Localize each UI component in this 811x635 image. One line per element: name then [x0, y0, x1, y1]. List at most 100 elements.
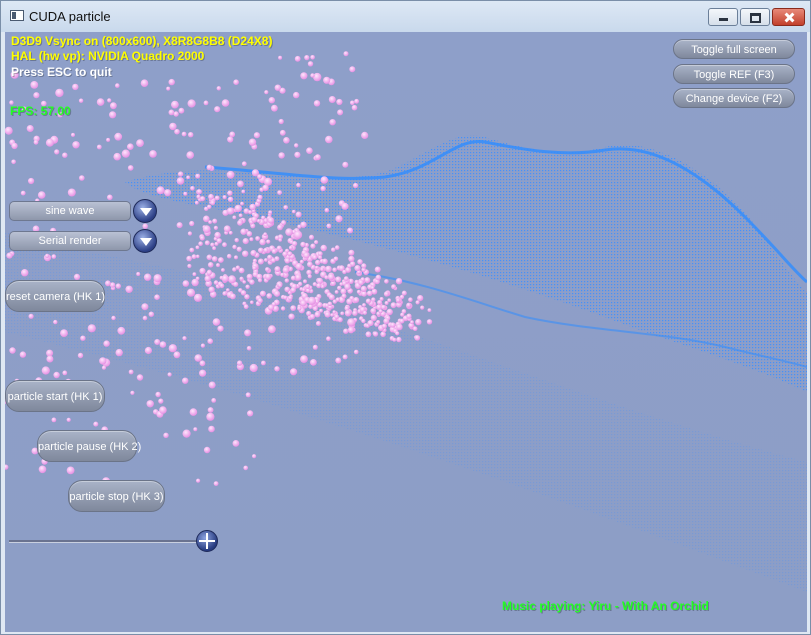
particle — [342, 269, 347, 275]
particle — [335, 276, 342, 283]
particle — [362, 303, 366, 307]
chevron-down-icon[interactable] — [133, 199, 157, 223]
slider-track[interactable] — [9, 540, 209, 543]
particle — [237, 180, 244, 188]
particle — [365, 298, 371, 304]
particle — [186, 175, 191, 180]
particle — [364, 277, 371, 284]
particle — [207, 407, 214, 413]
particle — [360, 285, 367, 292]
particle — [314, 240, 319, 245]
particle — [226, 253, 232, 259]
particle — [110, 102, 117, 110]
particle — [37, 191, 46, 199]
particle — [109, 111, 117, 119]
adapter-info: HAL (hw vp): NVIDIA Quadro 2000 — [11, 49, 205, 63]
particle — [115, 348, 123, 357]
particle — [111, 315, 116, 321]
particle — [143, 273, 152, 281]
particle — [77, 352, 84, 359]
render-viewport[interactable]: D3D9 Vsync on (800x600), X8R8G8B8 (D24X8… — [5, 32, 807, 632]
reset-camera-button[interactable]: reset camera (HK 1) — [5, 280, 105, 312]
particle — [274, 366, 280, 372]
particle — [310, 243, 316, 249]
particle — [412, 326, 418, 332]
particle — [187, 263, 192, 269]
particle — [354, 98, 359, 104]
particle — [45, 138, 54, 147]
particle — [261, 360, 266, 366]
particle — [370, 314, 377, 322]
particle — [208, 425, 215, 433]
particle — [245, 392, 251, 398]
particle — [212, 246, 217, 251]
title-bar[interactable]: CUDA particle — [1, 1, 810, 32]
particle — [261, 215, 266, 220]
chevron-down-icon[interactable] — [133, 229, 157, 253]
particle-start-button[interactable]: particle start (HK 1) — [5, 380, 105, 412]
particle — [232, 244, 237, 250]
particle — [294, 274, 302, 281]
particle — [343, 51, 349, 57]
particle-pause-button[interactable]: particle pause (HK 2) — [37, 430, 141, 462]
particle — [252, 454, 257, 459]
particle — [176, 177, 185, 185]
particle — [105, 280, 111, 287]
particle — [259, 290, 266, 297]
minimize-button[interactable] — [708, 8, 738, 26]
particle-stop-button[interactable]: particle stop (HK 3) — [68, 480, 165, 512]
particle — [381, 304, 386, 310]
particle — [293, 230, 303, 240]
particle — [242, 280, 246, 284]
particle — [347, 263, 352, 269]
slider-knob[interactable] — [196, 530, 218, 552]
particle — [232, 215, 237, 220]
particle — [271, 104, 278, 112]
particle — [337, 285, 342, 291]
wave-select-value[interactable]: sine wave — [9, 201, 131, 221]
particle — [290, 368, 298, 376]
particle — [264, 90, 269, 95]
particle — [281, 220, 286, 226]
particle — [314, 311, 321, 318]
particle — [248, 210, 253, 215]
particle — [204, 206, 209, 211]
change-device-button[interactable]: Change device (F2) — [673, 88, 795, 108]
particle — [309, 234, 314, 240]
particle — [292, 241, 298, 247]
particle — [306, 147, 313, 154]
particle — [282, 266, 290, 274]
particle — [278, 283, 283, 288]
particle — [67, 188, 76, 197]
particle — [79, 175, 85, 181]
particle — [278, 152, 285, 159]
close-button[interactable] — [772, 8, 805, 26]
particle — [399, 294, 405, 300]
particle — [20, 190, 26, 196]
particle — [341, 202, 349, 210]
toggle-full-screen-button[interactable]: Toggle full screen — [673, 39, 795, 59]
particle — [387, 298, 392, 303]
particle — [219, 283, 225, 289]
particle — [335, 357, 342, 364]
maximize-button[interactable] — [740, 8, 770, 26]
particle — [243, 465, 248, 471]
particle — [222, 242, 227, 248]
particle — [354, 265, 361, 272]
particle — [335, 215, 343, 223]
wave-select[interactable]: sine wave — [9, 199, 159, 223]
particle — [193, 427, 198, 432]
particle — [216, 86, 221, 91]
particle — [199, 360, 206, 367]
particle — [93, 421, 99, 427]
particle — [242, 238, 249, 245]
particle — [410, 320, 414, 325]
particle — [163, 432, 169, 438]
particle — [343, 276, 349, 281]
particle — [186, 288, 196, 297]
particle — [156, 186, 165, 195]
render-select-value[interactable]: Serial render — [9, 231, 131, 251]
render-select[interactable]: Serial render — [9, 229, 159, 253]
particle — [141, 303, 149, 311]
toggle-ref-button[interactable]: Toggle REF (F3) — [673, 64, 795, 84]
